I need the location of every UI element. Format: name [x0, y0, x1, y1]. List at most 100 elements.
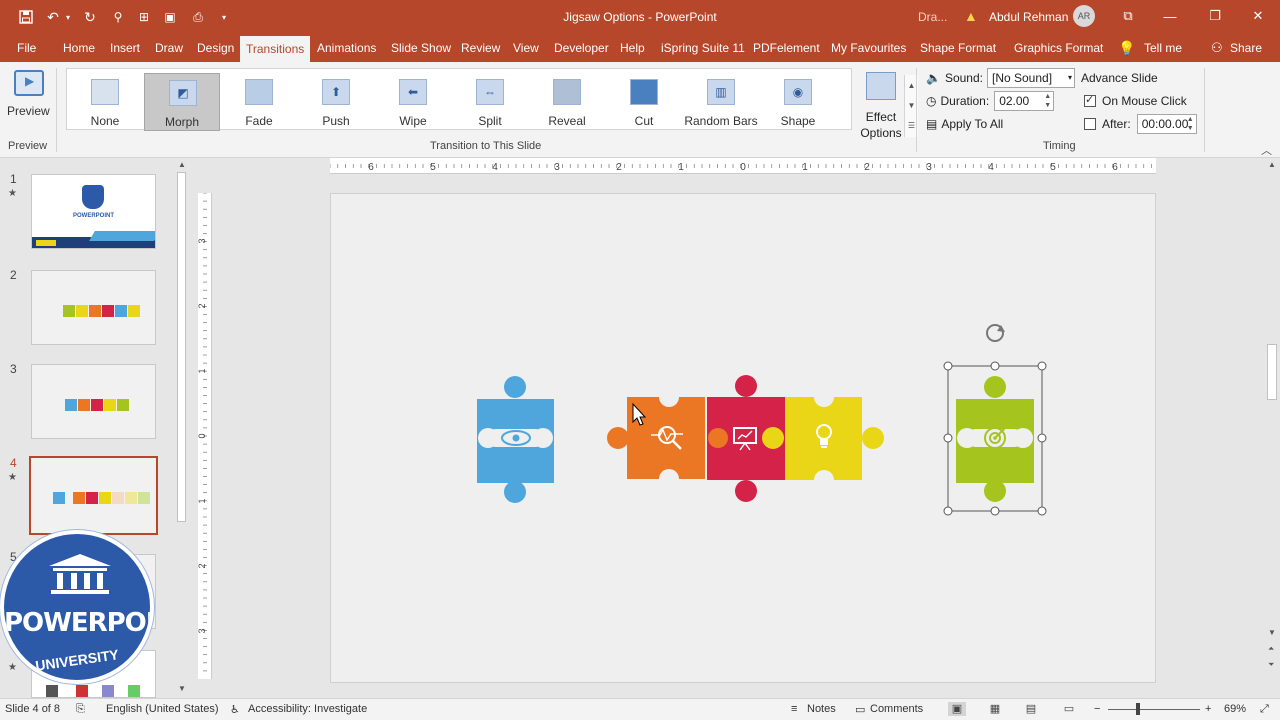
transition-fade[interactable]: Fade	[221, 73, 297, 131]
after-input[interactable]: 00:00.00 ▲ ▼	[1136, 114, 1197, 134]
transition-reveal[interactable]: Reveal	[529, 73, 605, 131]
transition-morph[interactable]: ◩ Morph	[144, 73, 220, 131]
slide-sorter-icon[interactable]: ▦	[986, 702, 1004, 716]
previous-slide-icon[interactable]: ⏶	[1268, 644, 1274, 654]
zoom-in-button[interactable]: +	[1205, 703, 1211, 715]
customize-toolbar-icon[interactable]: ▾	[216, 7, 232, 27]
lightbulb-icon[interactable]: 💡	[1118, 40, 1135, 57]
transition-shape[interactable]: ◉ Shape	[760, 73, 836, 131]
on-mouse-click-option[interactable]: On Mouse Click	[1084, 91, 1187, 111]
preview-button[interactable]: Preview	[4, 68, 50, 124]
comments-button[interactable]: Comments	[870, 703, 923, 715]
chevron-up-icon[interactable]: ▲	[1268, 160, 1276, 169]
redo-icon[interactable]: ↻	[80, 7, 100, 27]
zoom-slider[interactable]	[1108, 709, 1200, 710]
tell-me-search[interactable]: Tell me	[1144, 34, 1182, 62]
chevron-up-icon[interactable]: ▲	[178, 160, 186, 169]
undo-icon[interactable]: ↶	[42, 7, 64, 27]
chevron-down-icon[interactable]: ▼	[1268, 628, 1276, 637]
slide-counter[interactable]: Slide 4 of 8	[5, 703, 60, 715]
spellcheck-icon[interactable]: ⎘	[76, 703, 85, 716]
new-slide-icon[interactable]: ⊞	[134, 7, 154, 27]
after-checkbox[interactable]	[1084, 118, 1096, 130]
slide-scrollbar[interactable]: ▲ ▼ ⏶ ⏷	[1264, 158, 1280, 698]
accessibility-status[interactable]: Accessibility: Investigate	[248, 703, 367, 715]
reading-view-icon[interactable]: ▤	[1022, 702, 1040, 716]
share-icon[interactable]: ⚇	[1211, 40, 1223, 56]
thumbnail-scrollbar[interactable]: ▲ ▼	[175, 158, 189, 698]
fit-to-window-icon[interactable]: ⤢	[1260, 703, 1269, 716]
green-puzzle-piece[interactable]	[956, 376, 1034, 502]
transition-none[interactable]: None	[67, 73, 143, 131]
slide-thumbnail-2[interactable]	[31, 270, 156, 345]
horizontal-ruler[interactable]: 6 5 4 3 2 1 0 1 2 3 4 5 6	[330, 158, 1156, 174]
notes-icon[interactable]: ≡	[791, 703, 797, 715]
undo-dropdown-icon[interactable]: ▾	[62, 7, 74, 27]
tab-design[interactable]: Design	[197, 34, 234, 62]
tab-transitions[interactable]: Transitions	[240, 36, 311, 62]
slide-thumbnail-3[interactable]	[31, 364, 156, 439]
minimize-icon[interactable]: —	[1160, 6, 1180, 26]
duration-input[interactable]: 02.00 ▲ ▼	[994, 91, 1055, 111]
restore-icon[interactable]: ❐	[1205, 6, 1225, 26]
user-name[interactable]: Abdul Rehman	[989, 10, 1068, 24]
picture-icon[interactable]: ▣	[160, 7, 180, 27]
slide-canvas[interactable]	[330, 193, 1156, 683]
print-preview-icon[interactable]: ⎙	[188, 7, 208, 27]
apply-to-all-button[interactable]: ▤ Apply To All	[926, 114, 1003, 134]
transition-push[interactable]: ⬆ Push	[298, 73, 374, 131]
tab-home[interactable]: Home	[63, 34, 95, 62]
orange-puzzle-piece[interactable]	[607, 387, 705, 489]
slide-thumbnail-4[interactable]	[29, 456, 158, 535]
blue-puzzle-piece[interactable]	[477, 376, 554, 503]
zoom-slider-thumb[interactable]	[1136, 703, 1140, 715]
notes-button[interactable]: Notes	[807, 703, 836, 715]
close-icon[interactable]: ✕	[1248, 6, 1268, 26]
language-indicator[interactable]: English (United States)	[106, 703, 219, 715]
normal-view-icon[interactable]: ▣	[948, 702, 966, 716]
after-option[interactable]: After: 00:00.00 ▲ ▼	[1084, 114, 1197, 134]
tab-pdfelement[interactable]: PDFelement	[753, 34, 820, 62]
slide-thumbnail-1[interactable]: POWERPOINT	[31, 174, 156, 249]
tab-file[interactable]: File	[17, 34, 36, 62]
tab-review[interactable]: Review	[461, 34, 500, 62]
collapse-ribbon-icon[interactable]: ︿	[1261, 142, 1272, 158]
tab-ispring[interactable]: iSpring Suite 11	[661, 34, 745, 62]
accessibility-icon[interactable]: ♿	[230, 703, 240, 716]
spin-arrows-icon[interactable]: ▲ ▼	[1187, 115, 1194, 133]
tab-my-favourites[interactable]: My Favourites	[831, 34, 906, 62]
warning-icon[interactable]: ▲	[964, 8, 978, 24]
transition-cut[interactable]: Cut	[606, 73, 682, 131]
transition-split[interactable]: ⇔ Split	[452, 73, 528, 131]
share-button[interactable]: Share	[1230, 34, 1262, 62]
vertical-ruler[interactable]: 3 2 1 0 1 2 3	[198, 193, 212, 679]
sound-dropdown[interactable]: [No Sound] ▾	[987, 68, 1075, 88]
tab-developer[interactable]: Developer	[554, 34, 609, 62]
on-mouse-click-checkbox[interactable]	[1084, 93, 1096, 107]
tab-draw[interactable]: Draw	[155, 34, 183, 62]
tab-insert[interactable]: Insert	[110, 34, 140, 62]
chevron-down-icon[interactable]: ▾	[1068, 69, 1072, 87]
spin-arrows-icon[interactable]: ▲ ▼	[1044, 92, 1051, 110]
comments-icon[interactable]: ▭	[855, 703, 865, 716]
slideshow-view-icon[interactable]: ▭	[1060, 702, 1078, 716]
next-slide-icon[interactable]: ⏷	[1268, 660, 1274, 670]
scrollbar-thumb[interactable]	[1267, 344, 1277, 400]
rotate-handle-icon[interactable]	[986, 324, 1005, 342]
tab-animations[interactable]: Animations	[317, 34, 376, 62]
chevron-down-icon[interactable]: ▼	[178, 684, 186, 693]
ribbon-display-icon[interactable]: ⧉	[1118, 6, 1138, 26]
save-icon[interactable]	[16, 7, 36, 27]
tab-help[interactable]: Help	[620, 34, 645, 62]
tab-graphics-format[interactable]: Graphics Format	[1014, 34, 1103, 62]
tab-view[interactable]: View	[513, 34, 539, 62]
transition-random-bars[interactable]: ▥ Random Bars	[683, 73, 759, 131]
transition-wipe[interactable]: ⬅ Wipe	[375, 73, 451, 131]
tab-slide-show[interactable]: Slide Show	[391, 34, 451, 62]
format-painter-icon[interactable]: ⚲	[108, 7, 128, 27]
scrollbar-thumb[interactable]	[177, 172, 186, 522]
tab-shape-format[interactable]: Shape Format	[920, 34, 996, 62]
zoom-out-button[interactable]: −	[1094, 703, 1100, 715]
effect-options-button[interactable]: Effect Options	[854, 68, 908, 140]
avatar[interactable]: AR	[1073, 5, 1095, 27]
